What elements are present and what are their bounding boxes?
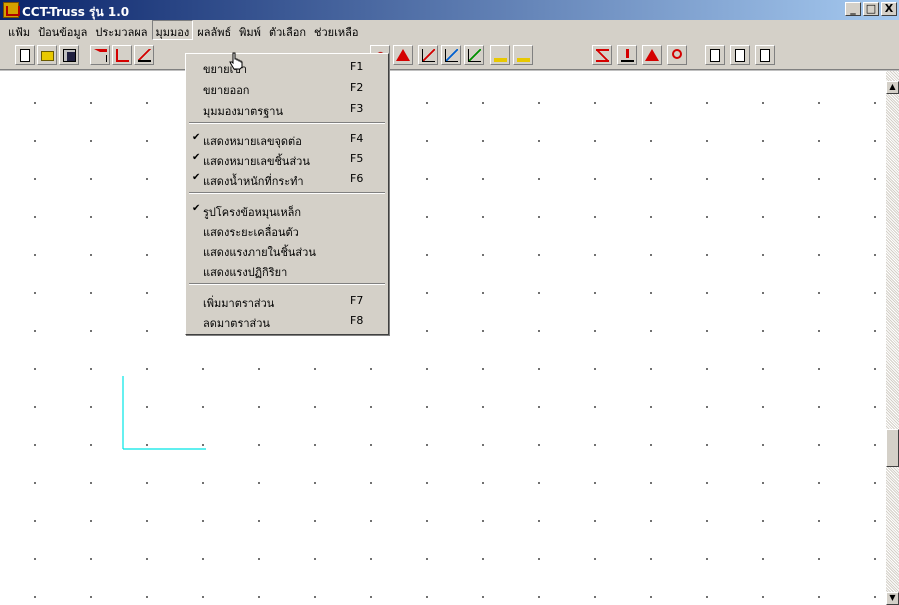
scale-up-button[interactable] — [490, 45, 510, 65]
menu-options[interactable]: ตัวเลือก — [265, 20, 310, 40]
triangle-icon — [396, 49, 410, 61]
member-button[interactable] — [617, 45, 637, 65]
scale-up-icon — [494, 49, 507, 62]
minimize-button[interactable]: _ — [845, 2, 861, 16]
app-icon — [3, 2, 20, 18]
triangle-button[interactable] — [393, 45, 413, 65]
save-button[interactable] — [59, 45, 79, 65]
check-icon: ✔ — [192, 132, 201, 143]
menu-zoom-out[interactable]: ขยายออก F2 — [186, 79, 388, 97]
menu-separator — [189, 192, 385, 194]
add-load-icon — [94, 49, 107, 62]
menu-standard-view[interactable]: มุมมองมาตรฐาน F3 — [186, 100, 388, 118]
check-icon: ✔ — [192, 152, 201, 163]
title-bar: CCT-Truss รุ่น 1.0 _ □ X — [0, 0, 899, 20]
scroll-thumb[interactable] — [886, 429, 899, 467]
menu-print[interactable]: พิมพ์ — [235, 20, 265, 40]
menu-process[interactable]: ประมวลผล — [91, 20, 151, 40]
doc-g-button[interactable] — [755, 45, 775, 65]
drawing-canvas[interactable] — [0, 71, 886, 605]
doc-r-button[interactable] — [730, 45, 750, 65]
area-icon — [672, 49, 682, 59]
new-file-button[interactable] — [15, 45, 35, 65]
menu-increase-scale[interactable]: เพิ่มมาตราส่วน F7 — [186, 292, 388, 310]
vertical-scrollbar[interactable]: ▲ ▼ — [886, 71, 899, 605]
toolbar — [0, 40, 899, 70]
axis-icon — [116, 49, 129, 62]
doc-d-button[interactable] — [705, 45, 725, 65]
save-icon — [63, 49, 76, 62]
open-file-button[interactable] — [37, 45, 57, 65]
menu-show-member-forces[interactable]: แสดงแรงภายในชิ้นส่วน — [186, 241, 388, 259]
support-icon — [138, 49, 151, 62]
doc-r-icon — [735, 49, 745, 62]
open-file-icon — [41, 51, 54, 61]
window-controls: _ □ X — [843, 2, 897, 18]
menu-input[interactable]: ป้อนข้อมูล — [34, 20, 91, 40]
truss-button[interactable] — [592, 45, 612, 65]
support-button[interactable] — [134, 45, 154, 65]
reaction-icon — [645, 49, 659, 61]
menu-show-reactions[interactable]: แสดงแรงปฏิกิริยา — [186, 261, 388, 279]
doc-g-icon — [760, 49, 770, 62]
maximize-button[interactable]: □ — [863, 2, 879, 16]
scroll-up-button[interactable]: ▲ — [886, 81, 899, 94]
graph-e-icon — [445, 49, 458, 62]
menu-file[interactable]: แฟ้ม — [4, 20, 34, 40]
menu-zoom-in[interactable]: ขยายเข้า F1 — [186, 58, 388, 76]
menu-results[interactable]: ผลลัพธ์ — [193, 20, 235, 40]
menu-help[interactable]: ช่วยเหลือ — [310, 20, 362, 40]
close-button[interactable]: X — [881, 2, 897, 16]
axis-lines — [122, 376, 206, 450]
add-load-button[interactable] — [90, 45, 110, 65]
truss-icon — [596, 49, 609, 62]
doc-d-icon — [710, 49, 720, 62]
menu-show-loads[interactable]: ✔ แสดงน้ำหนักที่กระทำ F6 — [186, 170, 388, 188]
hand-cursor-icon — [229, 52, 243, 70]
scale-down-icon — [517, 49, 530, 62]
menu-show-displacement[interactable]: แสดงระยะเคลื่อนตัว — [186, 221, 388, 239]
graph-d-icon — [422, 49, 435, 62]
menu-show-node-numbers[interactable]: ✔ แสดงหมายเลขจุดต่อ F4 — [186, 130, 388, 148]
menu-view[interactable]: มุมมอง — [151, 20, 194, 40]
check-icon: ✔ — [192, 203, 201, 214]
scroll-down-button[interactable]: ▼ — [886, 592, 899, 605]
menu-show-member-numbers[interactable]: ✔ แสดงหมายเลขชิ้นส่วน F5 — [186, 150, 388, 168]
menu-separator — [189, 283, 385, 285]
reaction-button[interactable] — [642, 45, 662, 65]
new-file-icon — [20, 49, 30, 62]
graph-e-button[interactable] — [441, 45, 461, 65]
menu-separator — [189, 122, 385, 124]
menu-truss-shape[interactable]: ✔ รูปโครงข้อหมุนเหล็ก — [186, 201, 388, 219]
graph-r-icon — [468, 49, 481, 62]
member-icon — [621, 49, 634, 62]
area-button[interactable] — [667, 45, 687, 65]
axis-button[interactable] — [112, 45, 132, 65]
menu-decrease-scale[interactable]: ลดมาตราส่วน F8 — [186, 312, 388, 330]
menu-bar: แฟ้ม ป้อนข้อมูล ประมวลผล มุมมอง ผลลัพธ์ … — [0, 20, 899, 40]
graph-d-button[interactable] — [418, 45, 438, 65]
check-icon: ✔ — [192, 172, 201, 183]
graph-r-button[interactable] — [464, 45, 484, 65]
scale-down-button[interactable] — [513, 45, 533, 65]
view-menu-dropdown: ขยายเข้า F1 ขยายออก F2 มุมมองมาตรฐาน F3 … — [185, 53, 389, 335]
